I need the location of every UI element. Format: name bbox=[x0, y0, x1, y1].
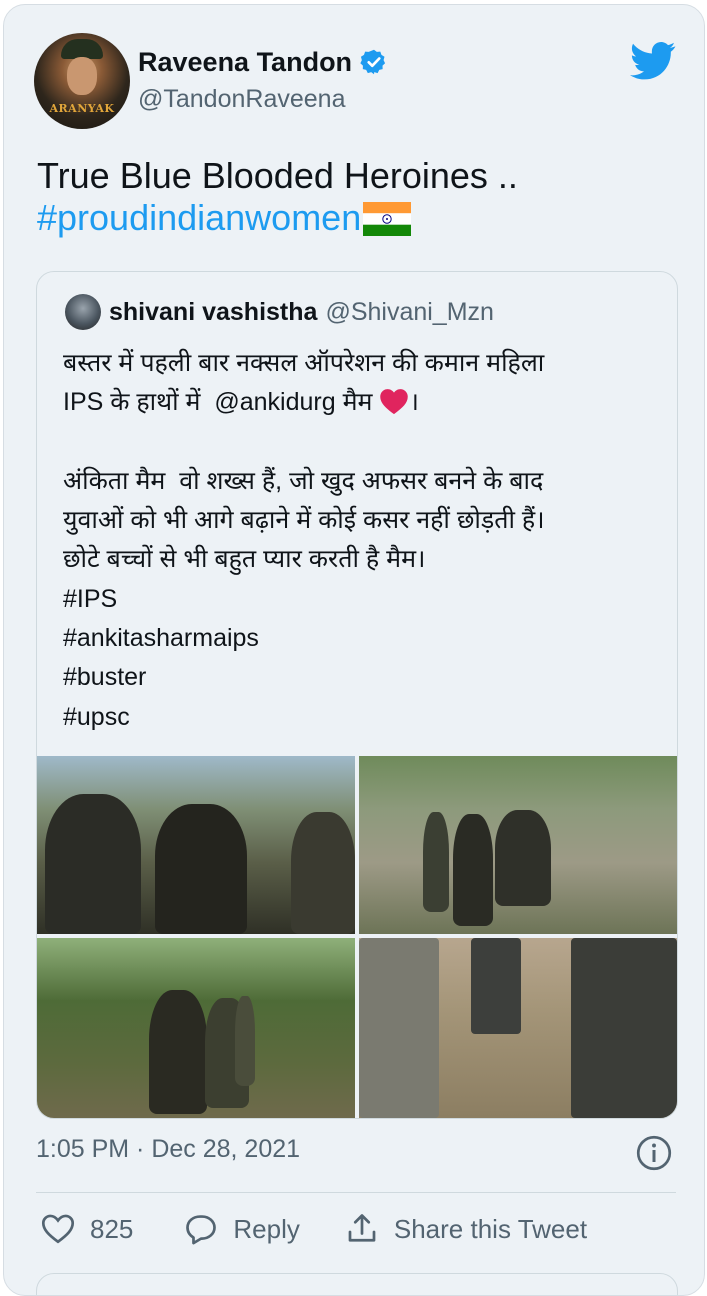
red-heart-icon bbox=[380, 389, 409, 415]
avatar-hat bbox=[61, 39, 103, 59]
tweet-text-line: True Blue Blooded Heroines .. bbox=[37, 155, 518, 196]
quoted-text-line: IPS के हाथों में @ankidurg मैम । bbox=[63, 383, 663, 422]
photo-team-in-field[interactable] bbox=[359, 756, 677, 934]
photo-armed-personnel[interactable] bbox=[359, 938, 677, 1118]
photo-group-portrait[interactable] bbox=[37, 756, 355, 934]
quoted-tweet-header: shivani vashistha @Shivani_Mzn bbox=[65, 294, 494, 330]
hashtag-link[interactable]: #proudindianwomen bbox=[37, 197, 361, 238]
quoted-author-handle[interactable]: @Shivani_Mzn bbox=[325, 298, 494, 327]
author-name-row[interactable]: Raveena Tandon bbox=[138, 45, 388, 79]
reply-button[interactable]: Reply bbox=[183, 1211, 300, 1247]
quoted-hashtag[interactable]: #buster bbox=[63, 658, 663, 697]
avatar-logo-text: ARANYAK bbox=[49, 102, 115, 115]
author-avatar[interactable]: ARANYAK bbox=[34, 33, 130, 129]
quoted-text-segment: IPS के हाथों में @ankidurg मैम bbox=[63, 388, 380, 417]
reply-bubble-icon bbox=[186, 1215, 217, 1245]
quoted-text-line: छोटे बच्चों से भी बहुत प्यार करती है मैम… bbox=[63, 545, 426, 574]
quoted-hashtag[interactable]: #IPS bbox=[63, 580, 663, 619]
quoted-text-line: बस्तर में पहली बार नक्सल ऑपरेशन की कमान … bbox=[63, 349, 545, 377]
heart-outline-icon bbox=[41, 1214, 75, 1244]
tweet-actions: 825 Reply Share this Tweet bbox=[40, 1211, 587, 1247]
divider bbox=[36, 1192, 676, 1193]
quoted-author-name[interactable]: shivani vashistha bbox=[109, 298, 317, 327]
quoted-hashtag[interactable]: #upsc bbox=[63, 698, 663, 737]
quoted-hashtag[interactable]: #ankitasharmaips bbox=[63, 619, 663, 658]
author-handle[interactable]: @TandonRaveena bbox=[138, 85, 345, 114]
india-flag-icon bbox=[363, 202, 412, 236]
tweet-timestamp[interactable]: 1:05 PM · Dec 28, 2021 bbox=[36, 1135, 300, 1164]
share-label: Share this Tweet bbox=[393, 1213, 588, 1244]
quoted-author-avatar[interactable] bbox=[65, 294, 101, 330]
tweet-card: ARANYAK Raveena Tandon @TandonRaveena Tr… bbox=[3, 4, 705, 1296]
avatar-face bbox=[67, 57, 97, 95]
tweet-text: True Blue Blooded Heroines .. #proudindi… bbox=[37, 155, 518, 239]
next-card-edge bbox=[36, 1273, 678, 1295]
share-upload-icon bbox=[348, 1214, 376, 1242]
info-icon[interactable] bbox=[636, 1135, 672, 1171]
like-button[interactable]: 825 bbox=[40, 1211, 133, 1247]
quoted-text-line: युवाओं को भी आगे बढ़ाने में कोई कसर नहीं… bbox=[63, 506, 545, 535]
twitter-bird-icon[interactable] bbox=[630, 41, 676, 81]
quoted-tweet[interactable]: shivani vashistha @Shivani_Mzn बस्तर में… bbox=[36, 271, 678, 1119]
quoted-text-line: अंकिता मैम वो शख्स हैं, जो खुद अफसर बनने… bbox=[63, 466, 544, 495]
author-name[interactable]: Raveena Tandon bbox=[138, 47, 352, 78]
verified-badge-icon bbox=[360, 49, 386, 75]
reply-label: Reply bbox=[233, 1213, 300, 1244]
photo-grid bbox=[37, 756, 677, 1118]
photo-forest-patrol[interactable] bbox=[37, 938, 355, 1118]
quoted-text-blank bbox=[63, 423, 663, 462]
like-count: 825 bbox=[90, 1213, 134, 1244]
quoted-tweet-text: बस्तर में पहली बार नक्सल ऑपरेशन की कमान … bbox=[63, 344, 663, 737]
quoted-text-segment: । bbox=[409, 388, 419, 417]
share-button[interactable]: Share this Tweet bbox=[344, 1211, 587, 1247]
